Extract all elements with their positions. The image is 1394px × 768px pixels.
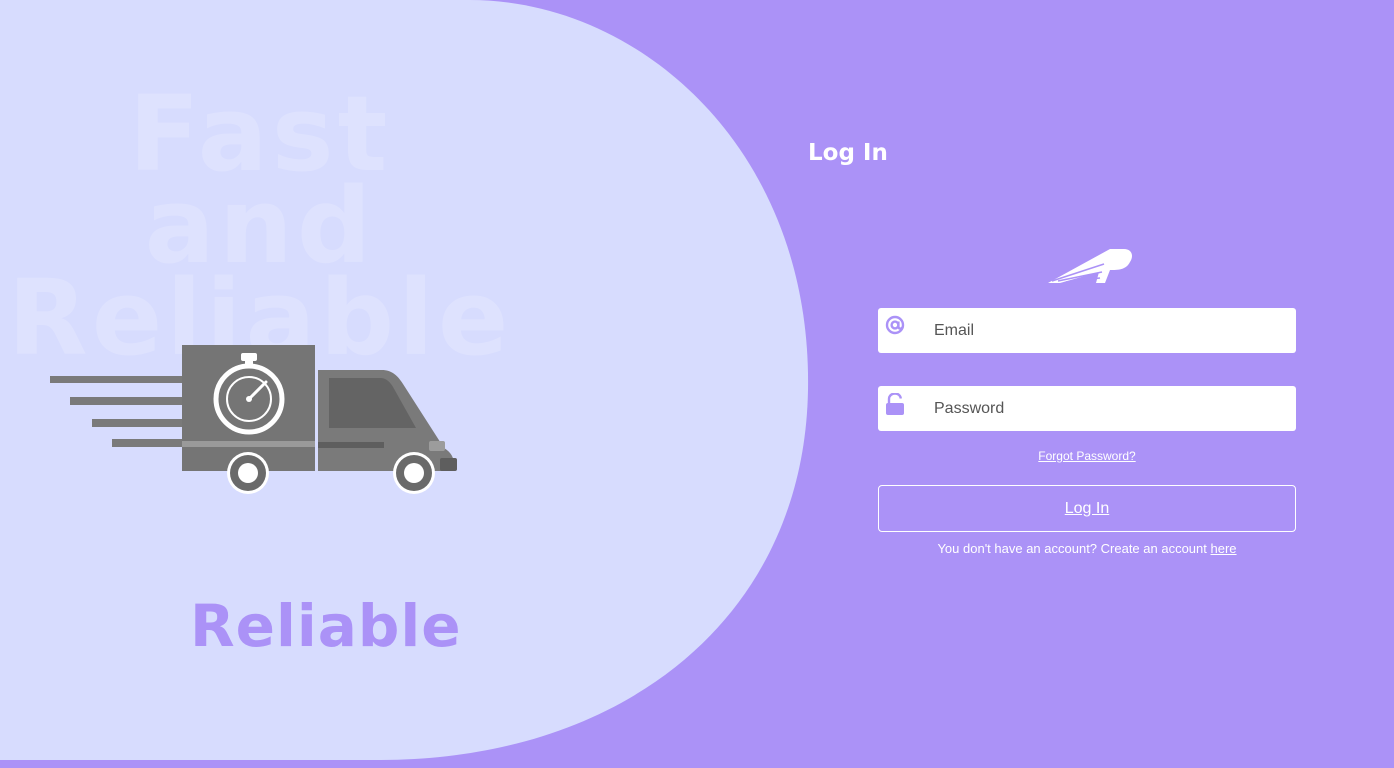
page-title: Log In (808, 140, 888, 166)
signup-prompt-text: You don't have an account? Create an acc… (937, 541, 1207, 556)
delivery-truck-stopwatch-icon (50, 345, 457, 494)
padlock-icon (886, 393, 904, 415)
password-field[interactable] (878, 386, 1296, 431)
forgot-password-link[interactable]: Forgot Password? (878, 449, 1296, 463)
email-input[interactable] (934, 308, 1284, 353)
paper-plane-logo-icon (1048, 249, 1132, 283)
password-input[interactable] (934, 386, 1284, 431)
signup-link[interactable]: here (1211, 541, 1237, 556)
signup-prompt: You don't have an account? Create an acc… (878, 541, 1296, 556)
email-field[interactable] (878, 308, 1296, 353)
hero-watermark-text: Fast and Reliable (0, 82, 520, 370)
hero-brand-word: Reliable (190, 592, 462, 660)
login-page: Fast and Reliable Reliable Log In Email … (0, 0, 1394, 768)
at-sign-icon (885, 315, 905, 335)
login-button[interactable]: Log In (878, 485, 1296, 532)
